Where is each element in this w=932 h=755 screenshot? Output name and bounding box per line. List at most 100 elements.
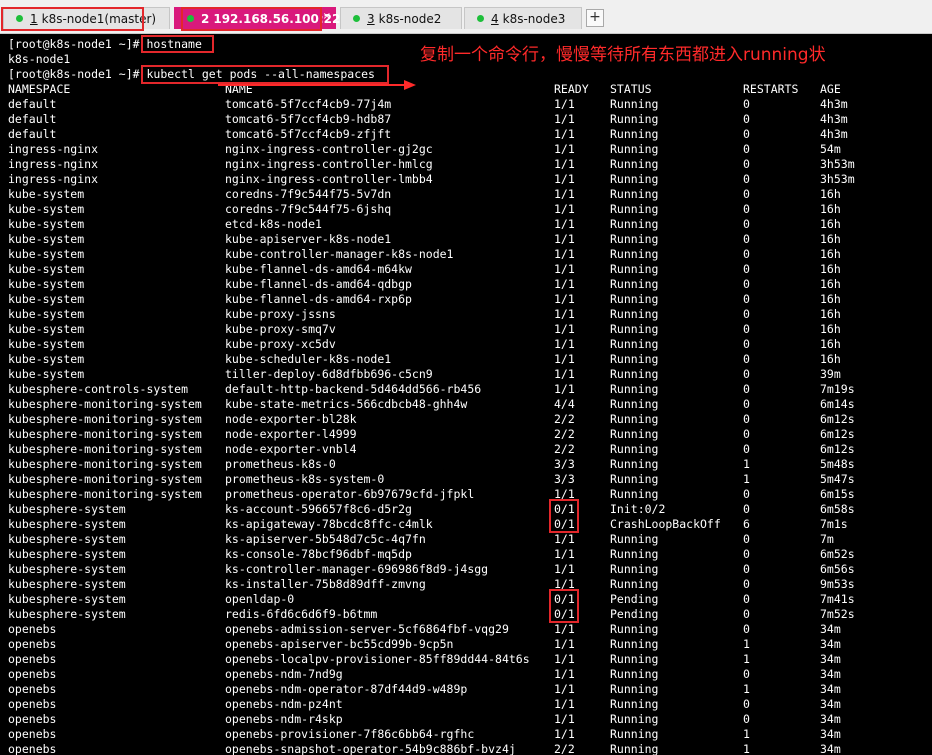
cell-name: ks-apigateway-78bcdc8ffc-c4mlk bbox=[225, 517, 433, 531]
table-row: kube-system kube-flannel-ds-amd64-rxp6p 1/… bbox=[0, 292, 932, 307]
cell-namespace: kube-system bbox=[8, 352, 85, 366]
cell-ready: 1/1 bbox=[554, 232, 575, 246]
cell-name: openebs-localpv-provisioner-85ff89dd44-8… bbox=[225, 652, 530, 666]
cell-name: ks-apiserver-5b548d7c5c-4q7fn bbox=[225, 532, 426, 546]
cell-name: default-http-backend-5d464dd566-rb456 bbox=[225, 382, 482, 396]
cell-namespace: kubesphere-monitoring-system bbox=[8, 427, 202, 441]
cell-restarts: 0 bbox=[743, 217, 750, 231]
table-row: kubesphere-monitoring-system kube-state-m… bbox=[0, 397, 932, 412]
cell-namespace: ingress-nginx bbox=[8, 142, 99, 156]
table-row: openebs openebs-apiserver-bc55cd99b-9cp5n… bbox=[0, 637, 932, 652]
tab-k8s-node2[interactable]: 3 k8s-node2 bbox=[340, 7, 462, 29]
cell-namespace: kube-system bbox=[8, 307, 85, 321]
tab-label: k8s-node1(master) bbox=[41, 11, 157, 26]
cell-namespace: kube-system bbox=[8, 262, 85, 276]
cell-namespace: openebs bbox=[8, 742, 57, 755]
cell-ready: 2/2 bbox=[554, 412, 575, 426]
cell-status: Running bbox=[610, 427, 659, 441]
table-row: kube-system coredns-7f9c544f75-5v7dn 1/1 Ru… bbox=[0, 187, 932, 202]
cell-status: Running bbox=[610, 337, 659, 351]
cell-restarts: 0 bbox=[743, 667, 750, 681]
table-row: kubesphere-system ks-apigateway-78bcdc8ff… bbox=[0, 517, 932, 532]
cell-name: kube-state-metrics-566cdbcb48-ghh4w bbox=[225, 397, 468, 411]
cell-ready: 1/1 bbox=[554, 622, 575, 636]
cell-status: Running bbox=[610, 382, 659, 396]
cell-name: tomcat6-5f7ccf4cb9-hdb87 bbox=[225, 112, 392, 126]
cell-namespace: kubesphere-monitoring-system bbox=[8, 457, 202, 471]
cell-namespace: default bbox=[8, 127, 57, 141]
cell-age: 16h bbox=[820, 322, 841, 336]
cell-restarts: 0 bbox=[743, 397, 750, 411]
cell-age: 4h3m bbox=[820, 97, 848, 111]
cell-status: Running bbox=[610, 532, 659, 546]
table-row: openebs openebs-admission-server-5cf6864f… bbox=[0, 622, 932, 637]
cell-name: prometheus-k8s-0 bbox=[225, 457, 336, 471]
cell-age: 34m bbox=[820, 712, 841, 726]
cell-ready: 0/1 bbox=[554, 517, 575, 531]
cell-restarts: 1 bbox=[743, 652, 750, 666]
cell-ready: 1/1 bbox=[554, 667, 575, 681]
cell-namespace: kubesphere-monitoring-system bbox=[8, 412, 202, 426]
cell-ready: 1/1 bbox=[554, 112, 575, 126]
cell-age: 34m bbox=[820, 652, 841, 666]
cell-restarts: 0 bbox=[743, 622, 750, 636]
cell-status: Running bbox=[610, 472, 659, 486]
cell-restarts: 0 bbox=[743, 427, 750, 441]
cell-age: 16h bbox=[820, 232, 841, 246]
add-tab-button[interactable]: + bbox=[586, 9, 604, 27]
cell-name: node-exporter-l4999 bbox=[225, 427, 357, 441]
cell-age: 16h bbox=[820, 202, 841, 216]
shell-prompt: [root@k8s-node1 ~]# bbox=[8, 37, 147, 51]
cell-name: coredns-7f9c544f75-5v7dn bbox=[225, 187, 392, 201]
cell-age: 6m12s bbox=[820, 427, 855, 441]
cell-restarts: 6 bbox=[743, 517, 750, 531]
cell-name: node-exporter-vnbl4 bbox=[225, 442, 357, 456]
cell-name: ks-console-78bcf96dbf-mq5dp bbox=[225, 547, 412, 561]
cell-name: nginx-ingress-controller-hmlcg bbox=[225, 157, 433, 171]
tab-k8s-node3[interactable]: 4 k8s-node3 bbox=[464, 7, 582, 29]
cell-ready: 1/1 bbox=[554, 337, 575, 351]
cell-age: 6m56s bbox=[820, 562, 855, 576]
cell-status: Running bbox=[610, 637, 659, 651]
tab-192-168-56-100[interactable]: 2 192.168.56.100:22 × bbox=[174, 7, 340, 29]
cell-namespace: kubesphere-system bbox=[8, 547, 126, 561]
cell-name: openebs-snapshot-operator-54b9c886bf-bvz… bbox=[225, 742, 516, 755]
cell-namespace: openebs bbox=[8, 637, 57, 651]
cell-ready: 1/1 bbox=[554, 682, 575, 696]
cell-namespace: kube-system bbox=[8, 217, 85, 231]
cell-name: kube-proxy-jssns bbox=[225, 307, 336, 321]
cell-restarts: 0 bbox=[743, 112, 750, 126]
cell-ready: 1/1 bbox=[554, 727, 575, 741]
table-row: ingress-nginx nginx-ingress-controller-lm… bbox=[0, 172, 932, 187]
cell-ready: 1/1 bbox=[554, 712, 575, 726]
tab-number: 2 bbox=[201, 11, 210, 26]
cell-age: 7m1s bbox=[820, 517, 848, 531]
cell-namespace: kube-system bbox=[8, 337, 85, 351]
cell-age: 16h bbox=[820, 247, 841, 261]
cell-name: prometheus-operator-6b97679cfd-jfpkl bbox=[225, 487, 475, 501]
cell-restarts: 0 bbox=[743, 187, 750, 201]
cell-ready: 0/1 bbox=[554, 592, 575, 606]
cell-restarts: 0 bbox=[743, 442, 750, 456]
terminal-output[interactable]: [root@k8s-node1 ~]# hostname k8s-node1 [… bbox=[0, 35, 932, 755]
table-row: kubesphere-system ks-installer-75b8d89dff… bbox=[0, 577, 932, 592]
cell-age: 16h bbox=[820, 352, 841, 366]
cell-age: 34m bbox=[820, 622, 841, 636]
cell-namespace: kubesphere-monitoring-system bbox=[8, 442, 202, 456]
cell-restarts: 1 bbox=[743, 742, 750, 755]
cell-status: Running bbox=[610, 247, 659, 261]
tab-k8s-node1-master[interactable]: 1 k8s-node1(master) bbox=[3, 7, 170, 29]
cell-ready: 1/1 bbox=[554, 697, 575, 711]
cell-status: Pending bbox=[610, 592, 659, 606]
close-tab-icon[interactable]: × bbox=[323, 11, 331, 22]
cell-age: 34m bbox=[820, 727, 841, 741]
cell-ready: READY bbox=[554, 82, 589, 96]
cell-status: Running bbox=[610, 667, 659, 681]
cell-namespace: openebs bbox=[8, 622, 57, 636]
cell-namespace: kubesphere-system bbox=[8, 562, 126, 576]
cell-namespace: kubesphere-system bbox=[8, 607, 126, 621]
tab-number: 4 bbox=[491, 11, 499, 26]
cell-restarts: 0 bbox=[743, 202, 750, 216]
cell-namespace: kubesphere-monitoring-system bbox=[8, 472, 202, 486]
cell-restarts: 0 bbox=[743, 532, 750, 546]
